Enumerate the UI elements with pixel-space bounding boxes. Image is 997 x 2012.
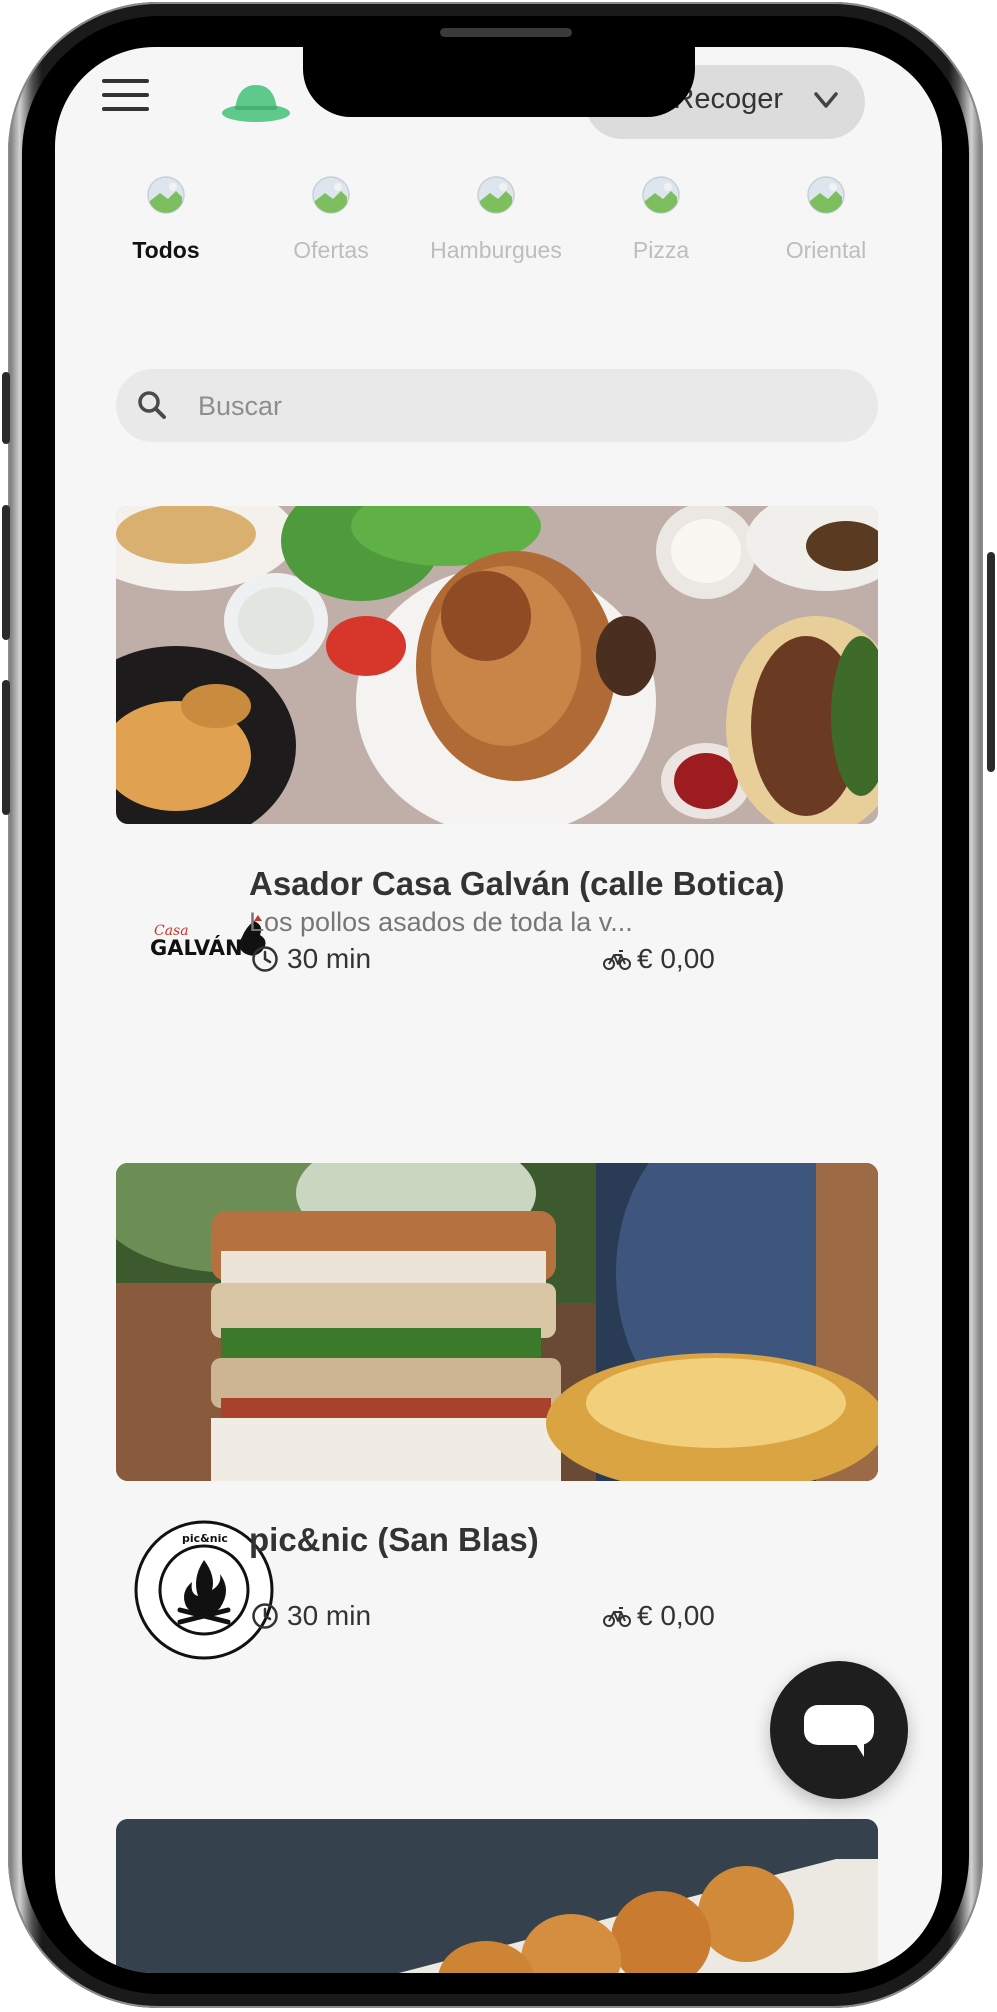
- category-todos[interactable]: Todos: [81, 175, 251, 285]
- category-label: Todos: [132, 237, 200, 263]
- hamburger-menu-button[interactable]: [102, 79, 152, 119]
- app-screen: Recoger Todos Ofertas Hamburgues Pizza O…: [55, 47, 942, 1973]
- logo-text: GALVÁN: [150, 935, 243, 960]
- restaurant-name[interactable]: pic&nic (San Blas): [249, 1521, 539, 1559]
- phone-mute-switch: [2, 372, 10, 444]
- delivery-fee: € 0,00: [603, 943, 715, 975]
- restaurant-photo: [116, 1163, 878, 1481]
- delivery-time: 30 min: [251, 1600, 371, 1632]
- clock-icon: [252, 1603, 278, 1629]
- image-placeholder-icon: [642, 176, 680, 214]
- image-placeholder-icon: [312, 176, 350, 214]
- image-placeholder-icon: [477, 176, 515, 214]
- notch: [303, 47, 695, 117]
- restaurant-card[interactable]: [116, 506, 878, 836]
- restaurant-photo: [116, 1819, 878, 1973]
- category-label: Hamburgues: [430, 237, 562, 263]
- restaurant-card[interactable]: [116, 1163, 878, 1493]
- category-hamburgues[interactable]: Hamburgues: [411, 175, 581, 285]
- search-icon: [138, 391, 166, 419]
- category-bar: Todos Ofertas Hamburgues Pizza Oriental: [55, 175, 942, 285]
- restaurant-name[interactable]: Asador Casa Galván (calle Botica): [249, 865, 785, 903]
- bicycle-icon: [603, 950, 631, 970]
- delivery-time-text: 30 min: [287, 1600, 372, 1631]
- phone-volume-up: [2, 505, 10, 640]
- category-label: Oriental: [785, 237, 867, 263]
- bicycle-icon: [603, 1607, 631, 1627]
- chevron-down-icon: [814, 92, 838, 108]
- delivery-time-text: 30 min: [287, 943, 372, 974]
- delivery-fee-text: € 0,00: [637, 943, 715, 974]
- logo-text: pic&nic: [182, 1532, 228, 1545]
- app-logo: [221, 79, 291, 123]
- category-ofertas[interactable]: Ofertas: [246, 175, 416, 285]
- restaurant-card[interactable]: [116, 1819, 878, 1973]
- category-label: Ofertas: [293, 237, 369, 263]
- chat-button[interactable]: [770, 1661, 908, 1799]
- speaker: [440, 28, 572, 37]
- restaurant-photo: [116, 506, 878, 824]
- delivery-fee: € 0,00: [603, 1600, 715, 1632]
- image-placeholder-icon: [807, 176, 845, 214]
- chat-bubble-icon: [804, 1705, 874, 1757]
- delivery-fee-text: € 0,00: [637, 1600, 715, 1631]
- phone-volume-down: [2, 680, 10, 815]
- delivery-time: 30 min: [251, 943, 371, 975]
- category-label: Pizza: [632, 237, 690, 263]
- category-oriental[interactable]: Oriental: [741, 175, 911, 285]
- search-bar: [116, 369, 878, 442]
- category-pizza[interactable]: Pizza: [576, 175, 746, 285]
- image-placeholder-icon: [147, 176, 185, 214]
- clock-icon: [252, 946, 278, 972]
- restaurant-description: Los pollos asados de toda la v...: [249, 907, 633, 937]
- phone-power-button: [987, 552, 995, 772]
- search-input[interactable]: [196, 383, 840, 429]
